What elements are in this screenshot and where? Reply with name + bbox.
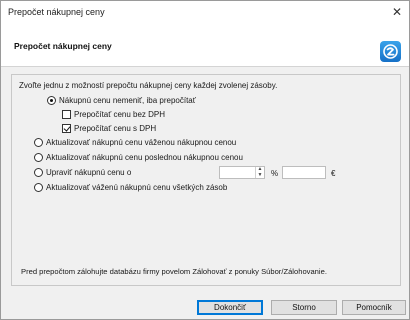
checkbox-without-vat[interactable] bbox=[62, 110, 71, 119]
intro-text: Zvoľte jednu z možností prepočtu nákupne… bbox=[19, 81, 278, 90]
option-label: Aktualizovať nákupnú cenu váženou nákupn… bbox=[46, 138, 237, 147]
backup-note: Pred prepočtom zálohujte databázu firmy … bbox=[21, 267, 327, 276]
cancel-button[interactable]: Storno bbox=[271, 300, 337, 315]
help-button[interactable]: Pomocník bbox=[342, 300, 406, 315]
suboption-without-vat[interactable]: Prepočítať cenu bez DPH bbox=[62, 110, 165, 119]
option-label: Upraviť nákupnú cenu o bbox=[46, 168, 132, 177]
radio-last-price[interactable] bbox=[34, 153, 43, 162]
option-label: Aktualizovať nákupnú cenu poslednou náku… bbox=[46, 153, 243, 162]
checkbox-with-vat[interactable] bbox=[62, 124, 71, 133]
option-label: Aktualizovať váženú nákupnú cenu všetkýc… bbox=[46, 183, 228, 192]
amount-field[interactable] bbox=[282, 166, 326, 179]
radio-adjust-price[interactable] bbox=[34, 168, 43, 177]
percent-stepper[interactable]: ▲ ▼ bbox=[219, 166, 265, 179]
radio-recalculate[interactable] bbox=[47, 96, 56, 105]
title-bar: Prepočet nákupnej ceny ✕ bbox=[1, 1, 409, 23]
option-recalculate[interactable]: Nákupnú cenu nemeniť, iba prepočítať bbox=[47, 96, 196, 105]
window-title: Prepočet nákupnej ceny bbox=[8, 7, 105, 17]
dialog-window: Prepočet nákupnej ceny ✕ Prepočet nákupn… bbox=[0, 0, 410, 320]
currency-unit: € bbox=[331, 169, 336, 178]
suboption-label: Prepočítať cenu bez DPH bbox=[74, 110, 166, 119]
radio-weighted-all[interactable] bbox=[34, 183, 43, 192]
suboption-label: Prepočítať cenu s DPH bbox=[74, 124, 157, 133]
option-weighted-price[interactable]: Aktualizovať nákupnú cenu váženou nákupn… bbox=[34, 138, 236, 147]
option-last-price[interactable]: Aktualizovať nákupnú cenu poslednou náku… bbox=[34, 153, 243, 162]
radio-weighted-price[interactable] bbox=[34, 138, 43, 147]
option-weighted-all[interactable]: Aktualizovať váženú nákupnú cenu všetkýc… bbox=[34, 183, 227, 192]
finish-button[interactable]: Dokončiť bbox=[197, 300, 263, 315]
dialog-heading: Prepočet nákupnej ceny bbox=[14, 41, 112, 51]
spin-arrows-icon[interactable]: ▲ ▼ bbox=[255, 166, 264, 178]
close-icon[interactable]: ✕ bbox=[387, 3, 407, 21]
option-adjust-price[interactable]: Upraviť nákupnú cenu o bbox=[34, 168, 131, 177]
percent-unit: % bbox=[271, 169, 279, 178]
suboption-with-vat[interactable]: Prepočítať cenu s DPH bbox=[62, 124, 156, 133]
header-panel: Prepočet nákupnej ceny bbox=[1, 23, 409, 67]
option-label: Nákupnú cenu nemeniť, iba prepočítať bbox=[59, 96, 196, 105]
app-logo-icon bbox=[380, 41, 401, 62]
options-panel: Zvoľte jednu z možností prepočtu nákupne… bbox=[11, 74, 401, 286]
